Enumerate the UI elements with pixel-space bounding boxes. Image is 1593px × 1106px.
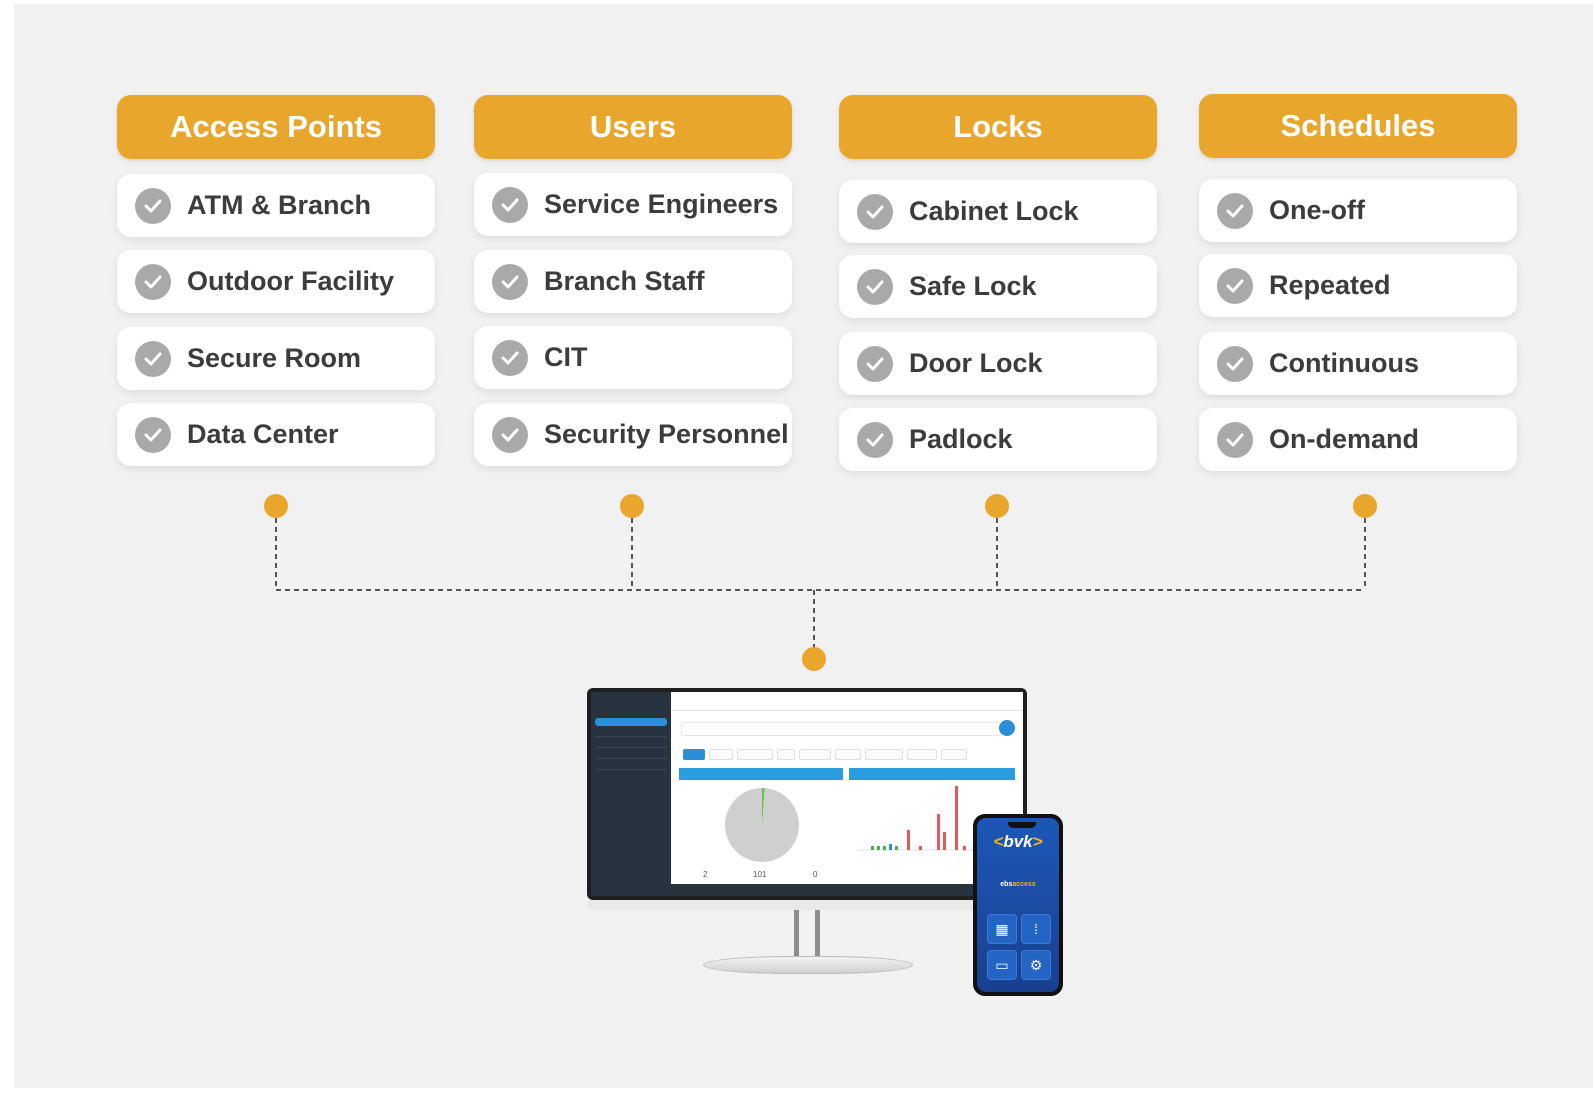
mobile-phone: <bvk> ebsaccess ▦ ⁞ ▭ ⚙ — [973, 814, 1063, 996]
sidebar-item — [595, 729, 667, 737]
wallet-icon: ▭ — [987, 950, 1017, 980]
monitor-stand — [794, 910, 820, 962]
filter-chip — [865, 749, 903, 760]
app-name-prefix: ebs — [1000, 881, 1013, 888]
connector-dot — [985, 494, 1009, 518]
phone-screen: <bvk> ebsaccess ▦ ⁞ ▭ ⚙ — [977, 818, 1059, 992]
connector-dot — [620, 494, 644, 518]
sidebar-item — [595, 718, 667, 726]
connector-dot — [264, 494, 288, 518]
app-name-suffix: access — [1012, 881, 1036, 888]
sidebar-item — [595, 751, 667, 759]
dashboard-screenshot: 2 101 0 — [591, 692, 1023, 896]
stat-value: 2 — [703, 870, 708, 879]
monitor-screen: 2 101 0 — [587, 688, 1027, 900]
connection-pie-chart — [725, 788, 799, 862]
dashboard-footer — [671, 884, 1023, 896]
connector-dot — [1353, 494, 1377, 518]
monitor-chin — [587, 900, 1027, 910]
panel-header-right — [849, 768, 1015, 780]
filter-chip — [683, 749, 705, 760]
filter-chip — [907, 749, 937, 760]
monitor-base — [703, 956, 913, 974]
keypad-icon: ⁞ — [1021, 914, 1051, 944]
bvk-logo-text: bvk — [1003, 832, 1033, 851]
gear-icon: ⚙ — [1021, 950, 1051, 980]
sidebar-item — [595, 762, 667, 770]
filter-chip — [709, 749, 733, 760]
bvk-logo: <bvk> — [993, 832, 1043, 851]
stat-value: 101 — [753, 870, 767, 879]
qr-code-icon: ▦ — [987, 914, 1017, 944]
filter-chip — [777, 749, 795, 760]
filter-chip — [737, 749, 773, 760]
panel-header-left — [679, 768, 843, 780]
dashboard-search — [681, 722, 1001, 736]
dashboard-sidebar — [591, 692, 671, 896]
app-name: ebsaccess — [977, 881, 1059, 888]
connector-dot — [802, 647, 826, 671]
phone-notch — [1008, 822, 1036, 828]
filter-chip — [941, 749, 967, 760]
dashboard-action-button — [999, 720, 1015, 736]
filter-chip — [835, 749, 861, 760]
sidebar-item — [595, 740, 667, 748]
dashboard-topbar — [671, 692, 1023, 711]
stat-value: 0 — [813, 870, 818, 879]
desktop-monitor: 2 101 0 — [587, 688, 1027, 978]
filter-chip — [799, 749, 831, 760]
